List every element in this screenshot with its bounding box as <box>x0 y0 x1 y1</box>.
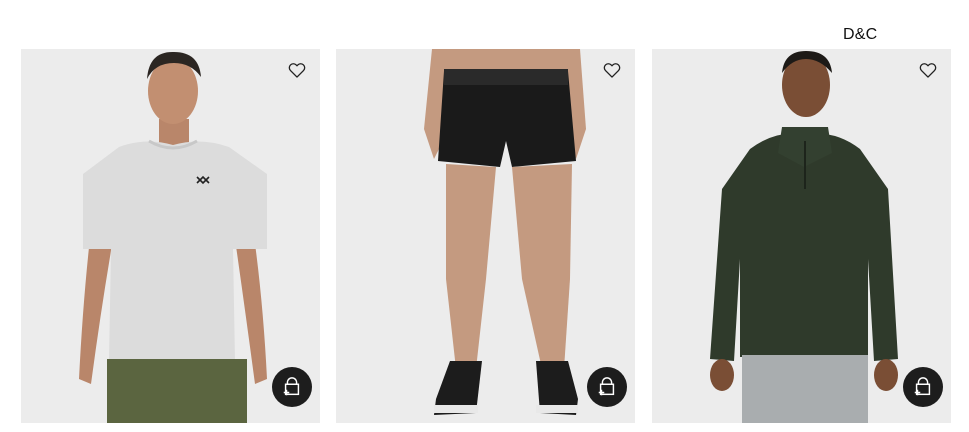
quick-add-bag-button[interactable] <box>587 367 627 407</box>
quick-add-bag-button[interactable] <box>903 367 943 407</box>
bag-plus-icon <box>598 377 615 396</box>
product-card[interactable] <box>336 49 635 423</box>
product-grid-page: D&C <box>0 0 969 432</box>
wishlist-heart-icon[interactable] <box>918 60 938 80</box>
quick-add-bag-button[interactable] <box>272 367 312 407</box>
wishlist-heart-icon[interactable] <box>287 60 307 80</box>
brand-label: D&C <box>843 26 878 43</box>
product-image[interactable] <box>21 49 320 423</box>
product-card[interactable] <box>652 49 951 423</box>
product-image[interactable] <box>652 49 951 423</box>
product-image[interactable] <box>336 49 635 423</box>
product-card[interactable] <box>21 49 320 423</box>
bag-plus-icon <box>914 377 931 396</box>
bag-plus-icon <box>283 377 300 396</box>
wishlist-heart-icon[interactable] <box>602 60 622 80</box>
